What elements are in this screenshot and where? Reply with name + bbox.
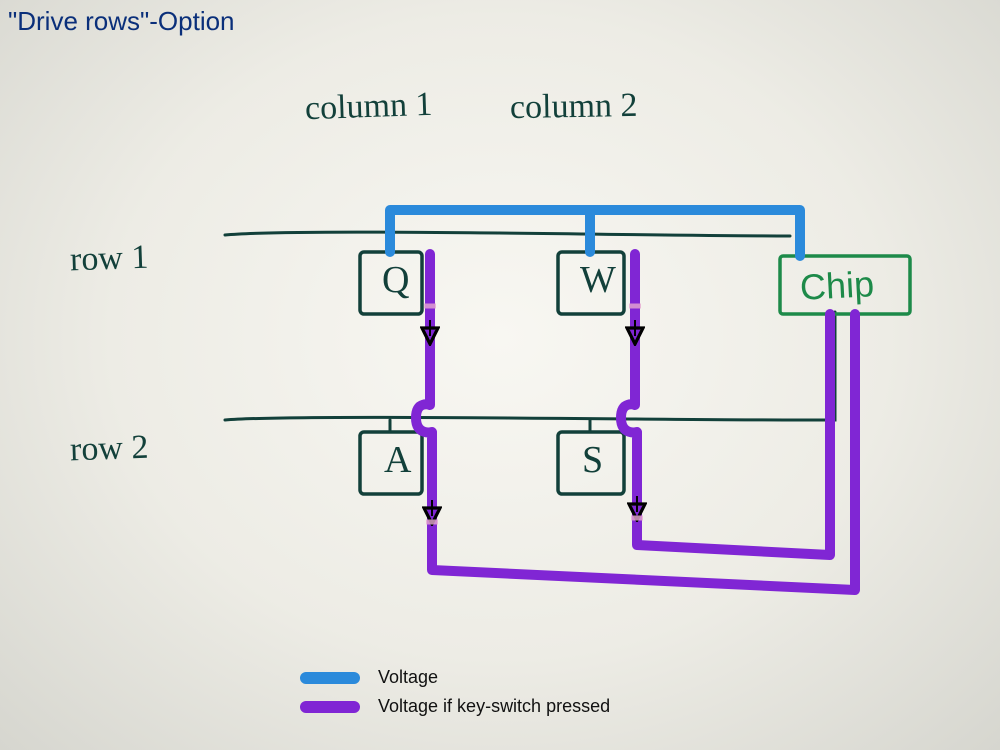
chip-box <box>780 256 910 314</box>
schematic-svg <box>0 0 1000 750</box>
legend-label-voltage: Voltage <box>378 667 438 688</box>
diagram-canvas: "Drive rows"-Option column 1 column 2 ro… <box>0 0 1000 750</box>
diode-arrows <box>424 306 643 522</box>
legend: Voltage Voltage if key-switch pressed <box>300 659 610 725</box>
legend-voltage: Voltage <box>300 667 610 688</box>
legend-voltage-pressed: Voltage if key-switch pressed <box>300 696 610 717</box>
key-boxes <box>360 252 624 494</box>
matrix-wires <box>225 232 835 432</box>
legend-swatch-voltage-pressed <box>300 701 360 713</box>
legend-swatch-voltage <box>300 672 360 684</box>
legend-label-voltage-pressed: Voltage if key-switch pressed <box>378 696 610 717</box>
